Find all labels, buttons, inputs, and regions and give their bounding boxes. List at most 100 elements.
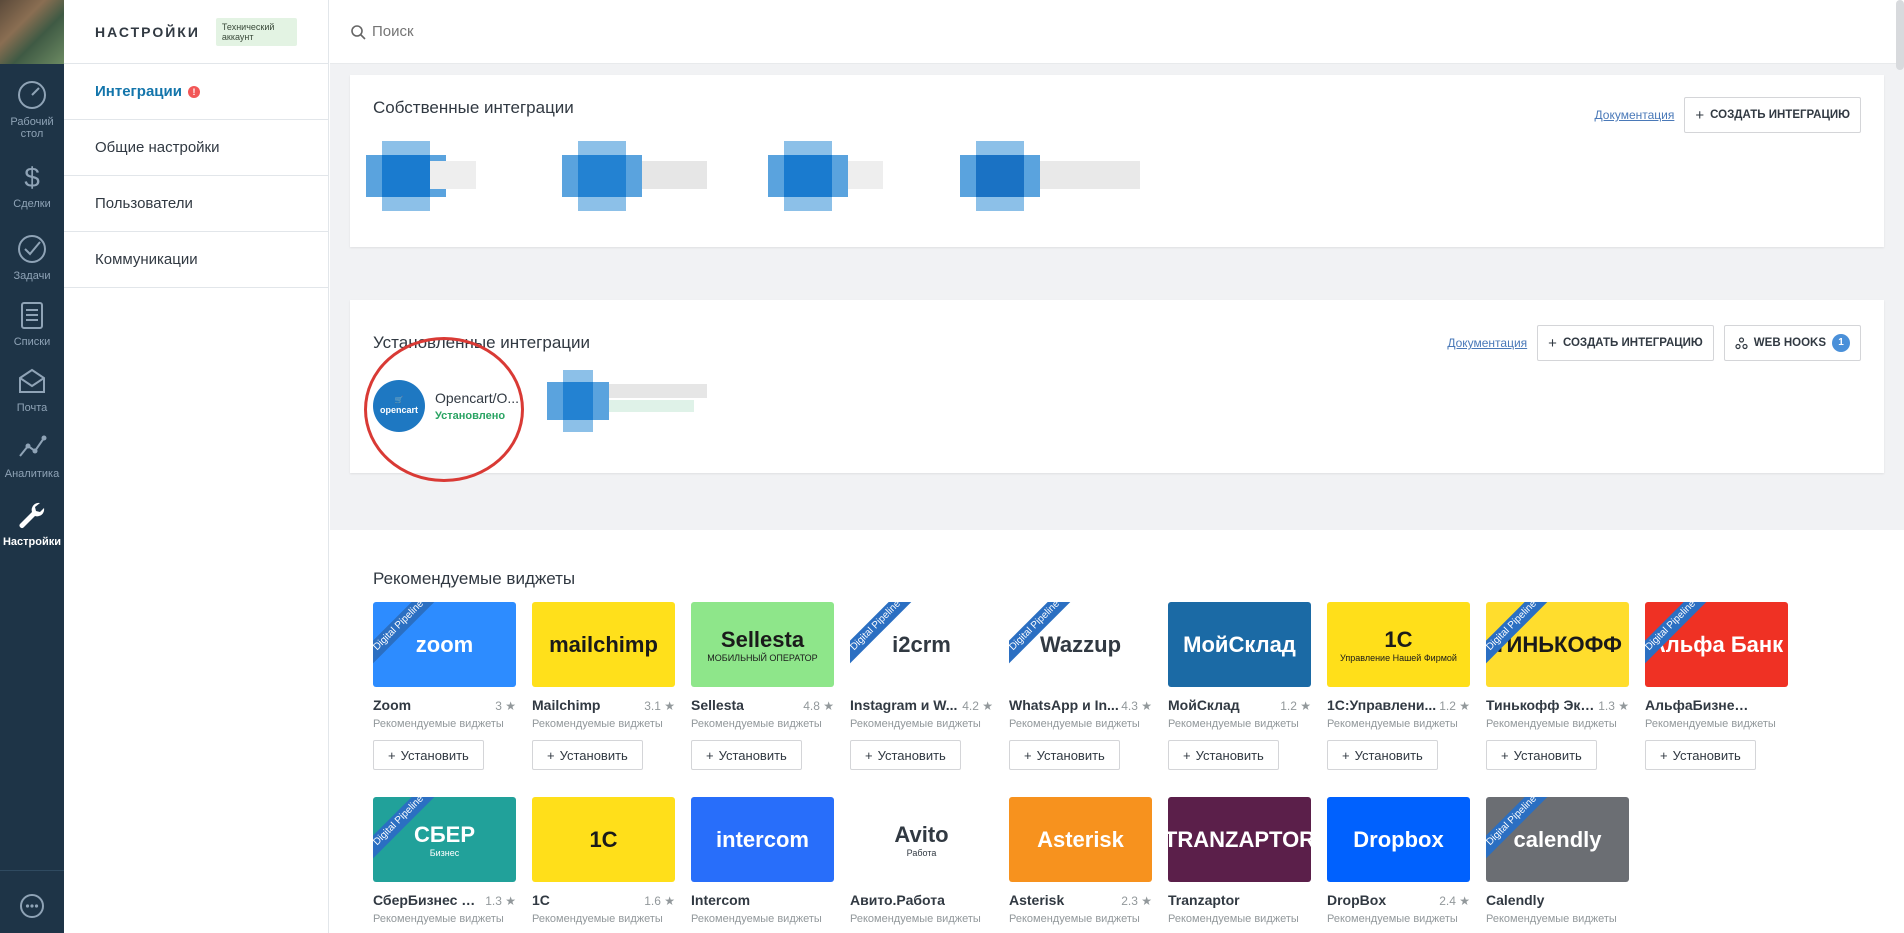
widget-category: Рекомендуемые виджеты xyxy=(850,913,981,925)
widget-logo-text: МойСклад xyxy=(1183,631,1296,657)
nav-analytics[interactable]: Аналитика xyxy=(0,430,64,480)
widget-tile[interactable]: intercom Intercom Рекомендуемые виджеты xyxy=(691,797,836,925)
widget-tile[interactable]: calendly Digital Pipeline Calendly Рекоменд… xyxy=(1486,797,1631,925)
widget-logo: 1С xyxy=(532,797,675,882)
settings-item-general[interactable]: Общие настройки xyxy=(64,120,328,176)
widget-tile[interactable]: zoom Digital Pipeline Zoom 3 ★ Рекомендуемые… xyxy=(373,602,518,770)
webhooks-button[interactable]: WEB HOOKS 1 xyxy=(1723,325,1861,361)
avatar[interactable] xyxy=(0,0,64,64)
install-button[interactable]: + Установить xyxy=(1327,740,1438,770)
install-button[interactable]: + Установить xyxy=(532,740,643,770)
settings-sidebar: НАСТРОЙКИ Технический аккаунт Интеграции… xyxy=(64,0,329,933)
blurred-integration[interactable] xyxy=(768,141,883,211)
settings-item-users[interactable]: Пользователи xyxy=(64,176,328,232)
widget-rating: 4.3 ★ xyxy=(1121,699,1152,713)
documentation-link[interactable]: Документация xyxy=(1447,336,1527,350)
widget-rating: 3.1 ★ xyxy=(644,699,675,713)
widget-name: Instagram и W... xyxy=(850,697,958,713)
widget-logo-text: mailchimp xyxy=(549,631,658,657)
webhooks-count-badge: 1 xyxy=(1832,334,1850,352)
blurred-integration[interactable] xyxy=(960,141,1140,211)
settings-item-integrations[interactable]: Интеграции ! xyxy=(64,64,328,120)
widget-logo-text: TRANZAPTOR xyxy=(1168,826,1311,852)
widget-tile[interactable]: Asterisk Asterisk 2.3 ★ Рекомендуемые видже… xyxy=(1009,797,1154,925)
widget-logo-text: Sellesta xyxy=(720,626,805,652)
scrollbar[interactable] xyxy=(1896,0,1904,70)
widget-logo-text: СБЕР xyxy=(413,821,476,847)
nav-dashboard[interactable]: Рабочий стол xyxy=(0,78,64,140)
nav-lists[interactable]: Списки xyxy=(0,298,64,348)
install-button[interactable]: + Установить xyxy=(1168,740,1279,770)
widget-rating: 2.4 ★ xyxy=(1439,894,1470,908)
widget-tile[interactable]: Dropbox DropBox 2.4 ★ Рекомендуемые виджеты xyxy=(1327,797,1472,925)
widget-logo: TRANZAPTOR xyxy=(1168,797,1311,882)
blurred-integration[interactable] xyxy=(562,141,707,211)
widget-name: Tranzaptor xyxy=(1168,892,1240,908)
widget-tile[interactable]: i2crm Digital Pipeline Instagram и W... 4.2… xyxy=(850,602,995,770)
widget-tile[interactable]: Sellesta МОБИЛЬНЫЙ ОПЕРАТОР Sellesta 4.8 ★ Р… xyxy=(691,602,836,770)
widget-name: СберБизнес Эк... xyxy=(373,892,483,908)
widget-name: 1С xyxy=(532,892,550,908)
blurred-integration[interactable] xyxy=(547,370,707,432)
search-bar xyxy=(330,0,1904,64)
widget-logo-text: calendly xyxy=(1513,826,1602,852)
widget-tile[interactable]: 1С Управление Нашей Фирмой 1С:Управлени...… xyxy=(1327,602,1472,770)
alert-badge: ! xyxy=(187,85,200,98)
widget-tile[interactable]: TRANZAPTOR Tranzaptor Рекомендуемые виджет… xyxy=(1168,797,1313,925)
install-button[interactable]: + Установить xyxy=(850,740,961,770)
plus-icon: + xyxy=(1501,747,1509,763)
settings-item-communications[interactable]: Коммуникации xyxy=(64,232,328,288)
installed-integrations-card: Установленные интеграции Документация + С… xyxy=(350,300,1884,473)
widget-logo: Dropbox xyxy=(1327,797,1470,882)
create-integration-button[interactable]: + СОЗДАТЬ ИНТЕГРАЦИЮ xyxy=(1537,325,1714,361)
widget-logo: Альфа Банк Digital Pipeline xyxy=(1645,602,1788,687)
install-label: Установить xyxy=(1195,747,1264,763)
install-button[interactable]: + Установить xyxy=(373,740,484,770)
install-button[interactable]: + Установить xyxy=(1645,740,1756,770)
widget-category: Рекомендуемые виджеты xyxy=(1168,718,1299,730)
plus-icon: + xyxy=(865,747,873,763)
install-button[interactable]: + Установить xyxy=(1486,740,1597,770)
main-nav: Рабочий стол $ Сделки Задачи Списки Почт… xyxy=(0,0,64,933)
nav-settings[interactable]: Настройки xyxy=(0,498,64,548)
widget-tile[interactable]: mailchimp Mailchimp 3.1 ★ Рекомендуемые вид… xyxy=(532,602,677,770)
widget-tile[interactable]: МойСклад МойСклад 1.2 ★ Рекомендуемые видже… xyxy=(1168,602,1313,770)
install-label: Установить xyxy=(1672,747,1741,763)
widget-tile[interactable]: 1С 1С 1.6 ★ Рекомендуемые виджеты xyxy=(532,797,677,925)
widget-logo: zoom Digital Pipeline xyxy=(373,602,516,687)
widget-tile[interactable]: СБЕР Бизнес Digital Pipeline СберБизнес Эк.… xyxy=(373,797,518,925)
search-input[interactable] xyxy=(372,23,772,40)
widget-tile[interactable]: Wazzup Digital Pipeline WhatsApp и In... 4.… xyxy=(1009,602,1154,770)
nav-tasks[interactable]: Задачи xyxy=(0,232,64,282)
chat-button[interactable] xyxy=(0,870,64,933)
recommended-title: Рекомендуемые виджеты xyxy=(373,569,576,588)
settings-item-label: Интеграции xyxy=(95,83,182,100)
webhooks-label: WEB HOOKS xyxy=(1753,337,1826,349)
nav-mail[interactable]: Почта xyxy=(0,364,64,414)
widget-logo: Sellesta МОБИЛЬНЫЙ ОПЕРАТОР xyxy=(691,602,834,687)
widget-rating: 1.3 ★ xyxy=(1598,699,1629,713)
widget-category: Рекомендуемые виджеты xyxy=(532,913,663,925)
documentation-link[interactable]: Документация xyxy=(1595,108,1675,122)
account-badge: Технический аккаунт xyxy=(215,17,297,46)
plus-icon: + xyxy=(1548,334,1557,352)
widget-name: WhatsApp и In... xyxy=(1009,697,1119,713)
widget-tile[interactable]: Avito Работа Авито.Работа Рекомендуемые вид… xyxy=(850,797,995,925)
widget-logo: calendly Digital Pipeline xyxy=(1486,797,1629,882)
widget-rating: 1.3 ★ xyxy=(485,894,516,908)
widget-tile[interactable]: ТИНЬКОФФ Digital Pipeline Тинькофф Экв... 1… xyxy=(1486,602,1631,770)
install-button[interactable]: + Установить xyxy=(1009,740,1120,770)
blurred-integration[interactable] xyxy=(366,141,476,211)
own-integrations-card: Собственные интеграции Документация + СОЗ… xyxy=(350,75,1884,247)
plus-icon: + xyxy=(1024,747,1032,763)
widget-logo-text: i2crm xyxy=(892,631,951,657)
widget-logo: Avito Работа xyxy=(850,797,993,882)
settings-title: НАСТРОЙКИ xyxy=(95,23,200,40)
plus-icon: + xyxy=(1342,747,1350,763)
install-label: Установить xyxy=(559,747,628,763)
create-integration-button[interactable]: + СОЗДАТЬ ИНТЕГРАЦИЮ xyxy=(1684,97,1861,133)
install-button[interactable]: + Установить xyxy=(691,740,802,770)
nav-leads[interactable]: $ Сделки xyxy=(0,160,64,210)
widget-tile[interactable]: Альфа БанкDigital Pipeline АльфаБизнес Эк… xyxy=(1645,602,1790,770)
install-label: Установить xyxy=(877,747,946,763)
